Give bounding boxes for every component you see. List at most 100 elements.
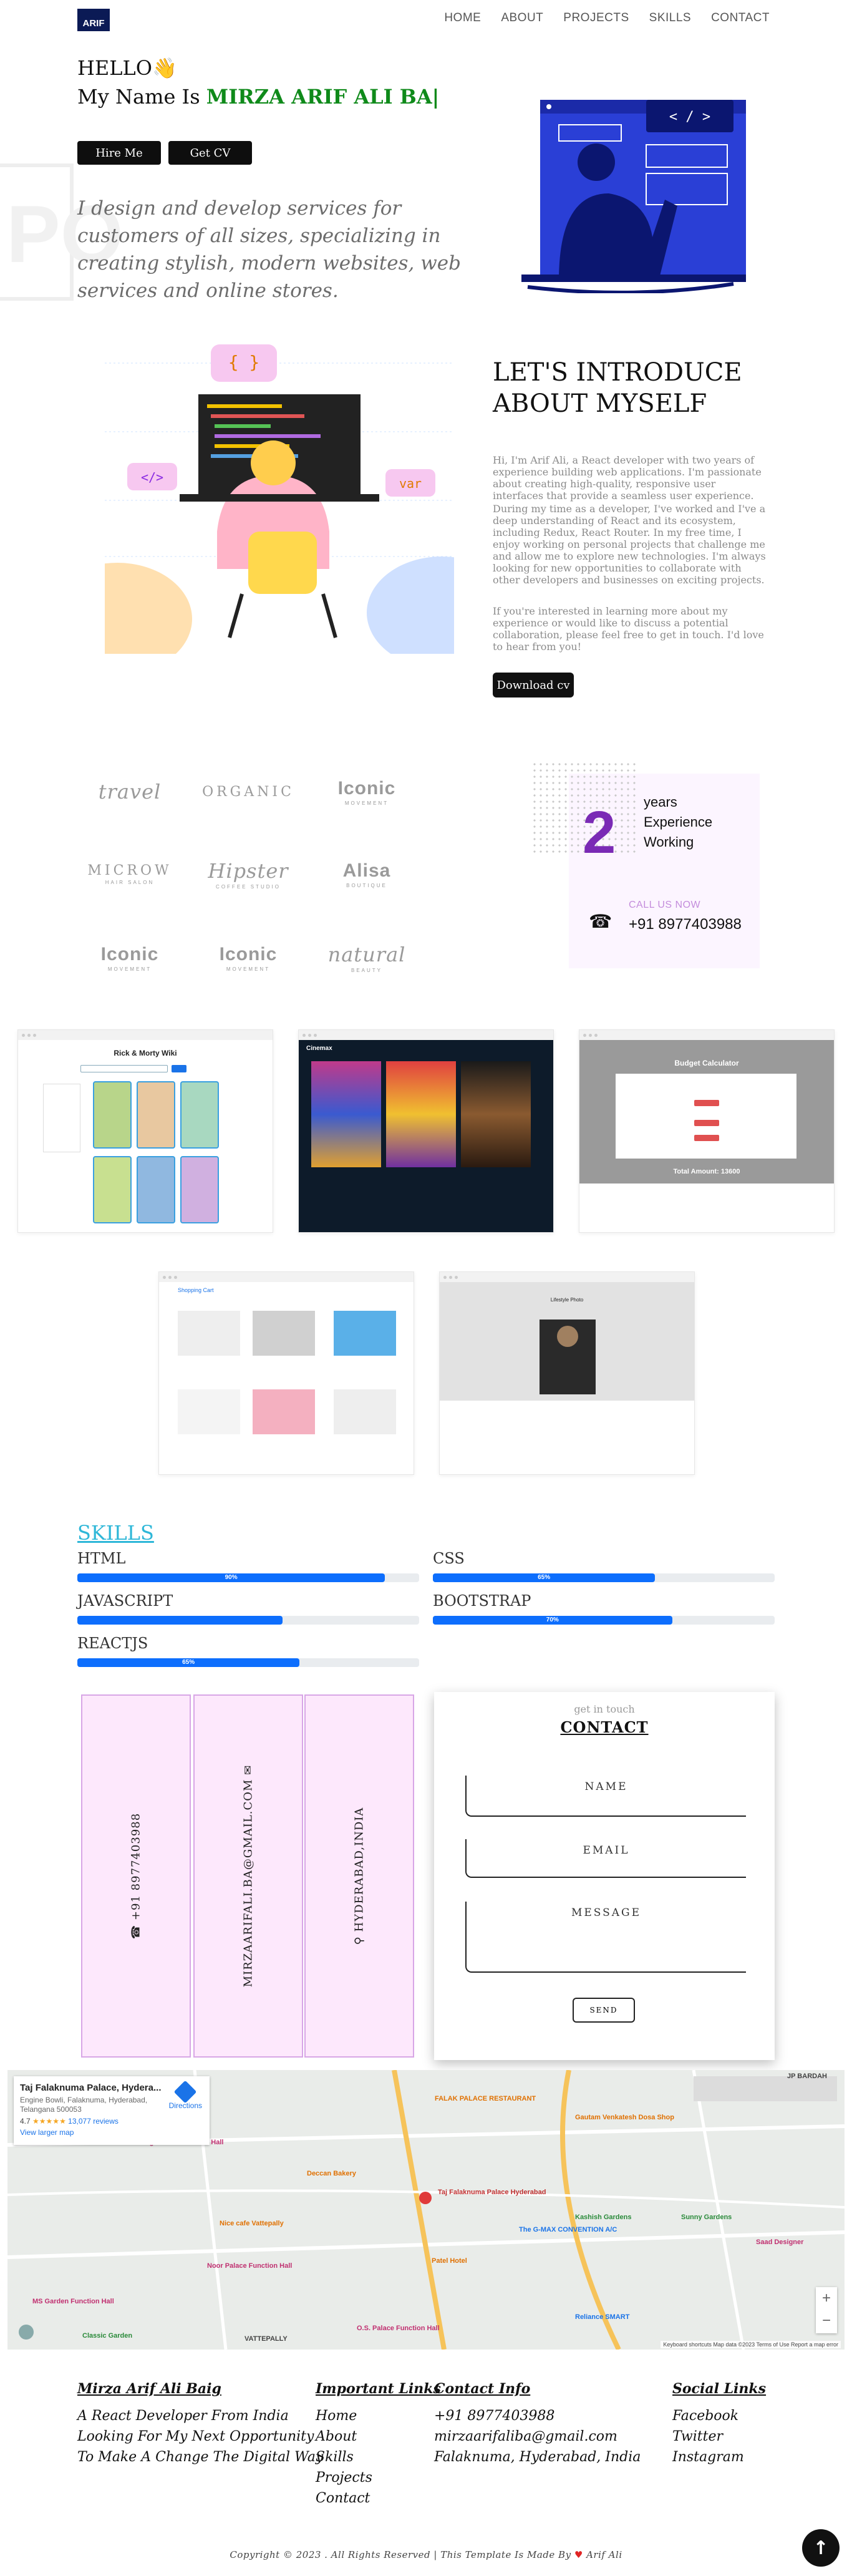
- directions-button[interactable]: Directions: [169, 2080, 202, 2110]
- footer-phone[interactable]: +91 8977403988: [434, 2406, 641, 2426]
- project-screenshot: Rick & Morty Wiki: [18, 1040, 273, 1232]
- message-field[interactable]: MESSAGE: [465, 1902, 746, 1973]
- call-us-label: CALL US NOW: [629, 900, 701, 910]
- brand-logo: natural BEAUTY: [317, 936, 417, 979]
- project-title: Rick & Morty Wiki: [114, 1049, 177, 1057]
- footer-email[interactable]: mirzaarifaliba@gmail.com: [434, 2426, 641, 2447]
- site-logo[interactable]: ARIF: [77, 9, 110, 31]
- brand-sub: HAIR SALON: [105, 880, 155, 885]
- project-title: Cinemax: [306, 1045, 332, 1052]
- code-tag-text: < / >: [669, 109, 710, 125]
- project-card-cinemax[interactable]: Cinemax: [298, 1029, 554, 1233]
- brand-logo: Iconic MOVEMENT: [80, 936, 180, 979]
- brand-logo: travel: [80, 770, 180, 814]
- email-field[interactable]: EMAIL: [465, 1839, 746, 1878]
- footer-link-skills[interactable]: Skills: [316, 2447, 441, 2467]
- contact-phone-column: ☎ +91 8977403988: [81, 1694, 191, 2058]
- project-card-rick-morty[interactable]: Rick & Morty Wiki: [17, 1029, 273, 1233]
- hero-description: I design and develop services for custom…: [77, 197, 461, 302]
- name-field[interactable]: NAME: [465, 1776, 746, 1817]
- copyright-text: Copyright © 2023 . All Rights Reserved |…: [230, 2549, 571, 2560]
- experience-label-line: Working: [644, 834, 694, 850]
- footer-name: Mirza Arif Ali Baig: [77, 2381, 221, 2397]
- footer-contact-title: Contact Info: [434, 2381, 531, 2397]
- nav-skills[interactable]: SKILLS: [649, 11, 691, 25]
- brand-name: Iconic: [337, 777, 396, 799]
- project-card-lifestyle[interactable]: Lifestyle Photo: [439, 1271, 695, 1475]
- map-place-label: Gautam Venkatesh Dosa Shop: [575, 2114, 674, 2121]
- wave-hand-icon: 👋: [152, 56, 177, 80]
- view-larger-map-link[interactable]: View larger map: [20, 2128, 203, 2137]
- window-bar: [440, 1272, 694, 1282]
- footer-twitter-link[interactable]: Twitter: [672, 2426, 766, 2447]
- google-map[interactable]: FALAK PALACE RESTAURANT Taj Falaknuma Pa…: [7, 2070, 845, 2350]
- zoom-in-icon[interactable]: +: [816, 2287, 837, 2310]
- footer-link-contact[interactable]: Contact: [316, 2488, 441, 2509]
- scroll-to-top-button[interactable]: ↑: [802, 2529, 840, 2567]
- copyright: Copyright © 2023 . All Rights Reserved |…: [0, 2549, 852, 2560]
- map-reviews-link[interactable]: 13,077 reviews: [68, 2117, 119, 2126]
- brand-logo: Iconic MOVEMENT: [317, 770, 417, 814]
- map-place-label: Patel Hotel: [432, 2257, 467, 2265]
- map-rating: 4.7 ★★★★★ 13,077 reviews: [20, 2117, 203, 2126]
- contact-phone[interactable]: ☎ +91 8977403988: [130, 1813, 143, 1939]
- map-rating-value: 4.7: [20, 2117, 31, 2126]
- brand-sub: MOVEMENT: [107, 966, 152, 972]
- brand-name: natural: [327, 942, 406, 966]
- mail-icon: ✉: [241, 1764, 255, 1779]
- contact-email-text: MIRZAARIFALI.BA@GMAIL.COM: [241, 1779, 255, 1988]
- brand-sub: MOVEMENT: [226, 966, 271, 972]
- project-card-budget[interactable]: Budget Calculator Total Amount: 13600: [579, 1029, 835, 1233]
- nav-about[interactable]: ABOUT: [501, 11, 543, 25]
- download-cv-button[interactable]: Download cv: [493, 673, 574, 697]
- contact-city-text: HYDERABAD,INDIA: [352, 1807, 366, 1932]
- footer-link-about[interactable]: About: [316, 2426, 441, 2447]
- skill-name-reactjs: REACTJS: [77, 1635, 148, 1652]
- brand-name: Alisa: [342, 860, 391, 881]
- experience-label: years Experience Working: [644, 792, 712, 852]
- window-bar: [299, 1030, 553, 1040]
- skill-bar-html: 90%: [77, 1573, 419, 1582]
- contact-phone-text: +91 8977403988: [129, 1812, 143, 1921]
- project-card-shopping[interactable]: Shopping Cart: [158, 1271, 414, 1475]
- zoom-out-icon[interactable]: −: [816, 2310, 837, 2332]
- directions-icon: [173, 2080, 197, 2104]
- send-button[interactable]: SEND: [573, 1998, 635, 2023]
- nav-contact[interactable]: CONTACT: [711, 11, 770, 25]
- footer-tagline: A React Developer From India: [77, 2408, 289, 2424]
- contact-email[interactable]: MIRZAARIFALI.BA@GMAIL.COM ✉: [242, 1765, 255, 1988]
- nav-links: HOME ABOUT PROJECTS SKILLS CONTACT: [444, 11, 770, 25]
- footer-instagram-link[interactable]: Instagram: [672, 2447, 766, 2467]
- footer-link-projects[interactable]: Projects: [316, 2467, 441, 2488]
- experience-years-number: 2: [583, 799, 616, 866]
- brand-name: travel: [98, 780, 162, 804]
- map-zoom-controls[interactable]: + −: [816, 2287, 837, 2333]
- skill-fill: 90%: [77, 1573, 385, 1582]
- footer-link-home[interactable]: Home: [316, 2406, 441, 2426]
- map-place-label: The G-MAX CONVENTION A/C: [519, 2226, 617, 2233]
- nav-projects[interactable]: PROJECTS: [563, 11, 629, 25]
- get-cv-button[interactable]: Get CV: [168, 141, 252, 165]
- skill-fill: 70%: [433, 1616, 672, 1625]
- footer-links: Important Links Home About Skills Projec…: [316, 2381, 441, 2509]
- skill-bar-css: 65%: [433, 1573, 775, 1582]
- contact-email-column: MIRZAARIFALI.BA@GMAIL.COM ✉: [193, 1694, 303, 2058]
- project-title: Shopping Cart: [178, 1287, 214, 1293]
- footer-facebook-link[interactable]: Facebook: [672, 2406, 766, 2426]
- nav-home[interactable]: HOME: [444, 11, 481, 25]
- about-paragraph-3: If you're interested in learning more ab…: [493, 605, 764, 653]
- phone-icon: ☎: [129, 1920, 143, 1940]
- contact-location-column: ⚲ HYDERABAD,INDIA: [304, 1694, 414, 2058]
- map-place-label: FALAK PALACE RESTAURANT: [435, 2095, 536, 2102]
- hire-me-button[interactable]: Hire Me: [77, 141, 161, 165]
- experience-label-line: years: [644, 794, 677, 810]
- about-paragraph-1: Hi, I'm Arif Ali, a React developer with…: [493, 454, 762, 502]
- experience-phone[interactable]: +91 8977403988: [629, 916, 742, 933]
- name-prefix: My Name Is: [77, 85, 206, 109]
- about-paragraph-2: During my time as a developer, I've work…: [493, 503, 766, 586]
- project-screenshot: Budget Calculator Total Amount: 13600: [579, 1040, 834, 1232]
- skill-name-bootstrap: BOOTSTRAP: [433, 1592, 531, 1610]
- footer-address: Falaknuma, Hyderabad, India: [434, 2449, 641, 2465]
- skill-bar-reactjs: 65%: [77, 1658, 419, 1667]
- email-label: EMAIL: [583, 1844, 630, 1857]
